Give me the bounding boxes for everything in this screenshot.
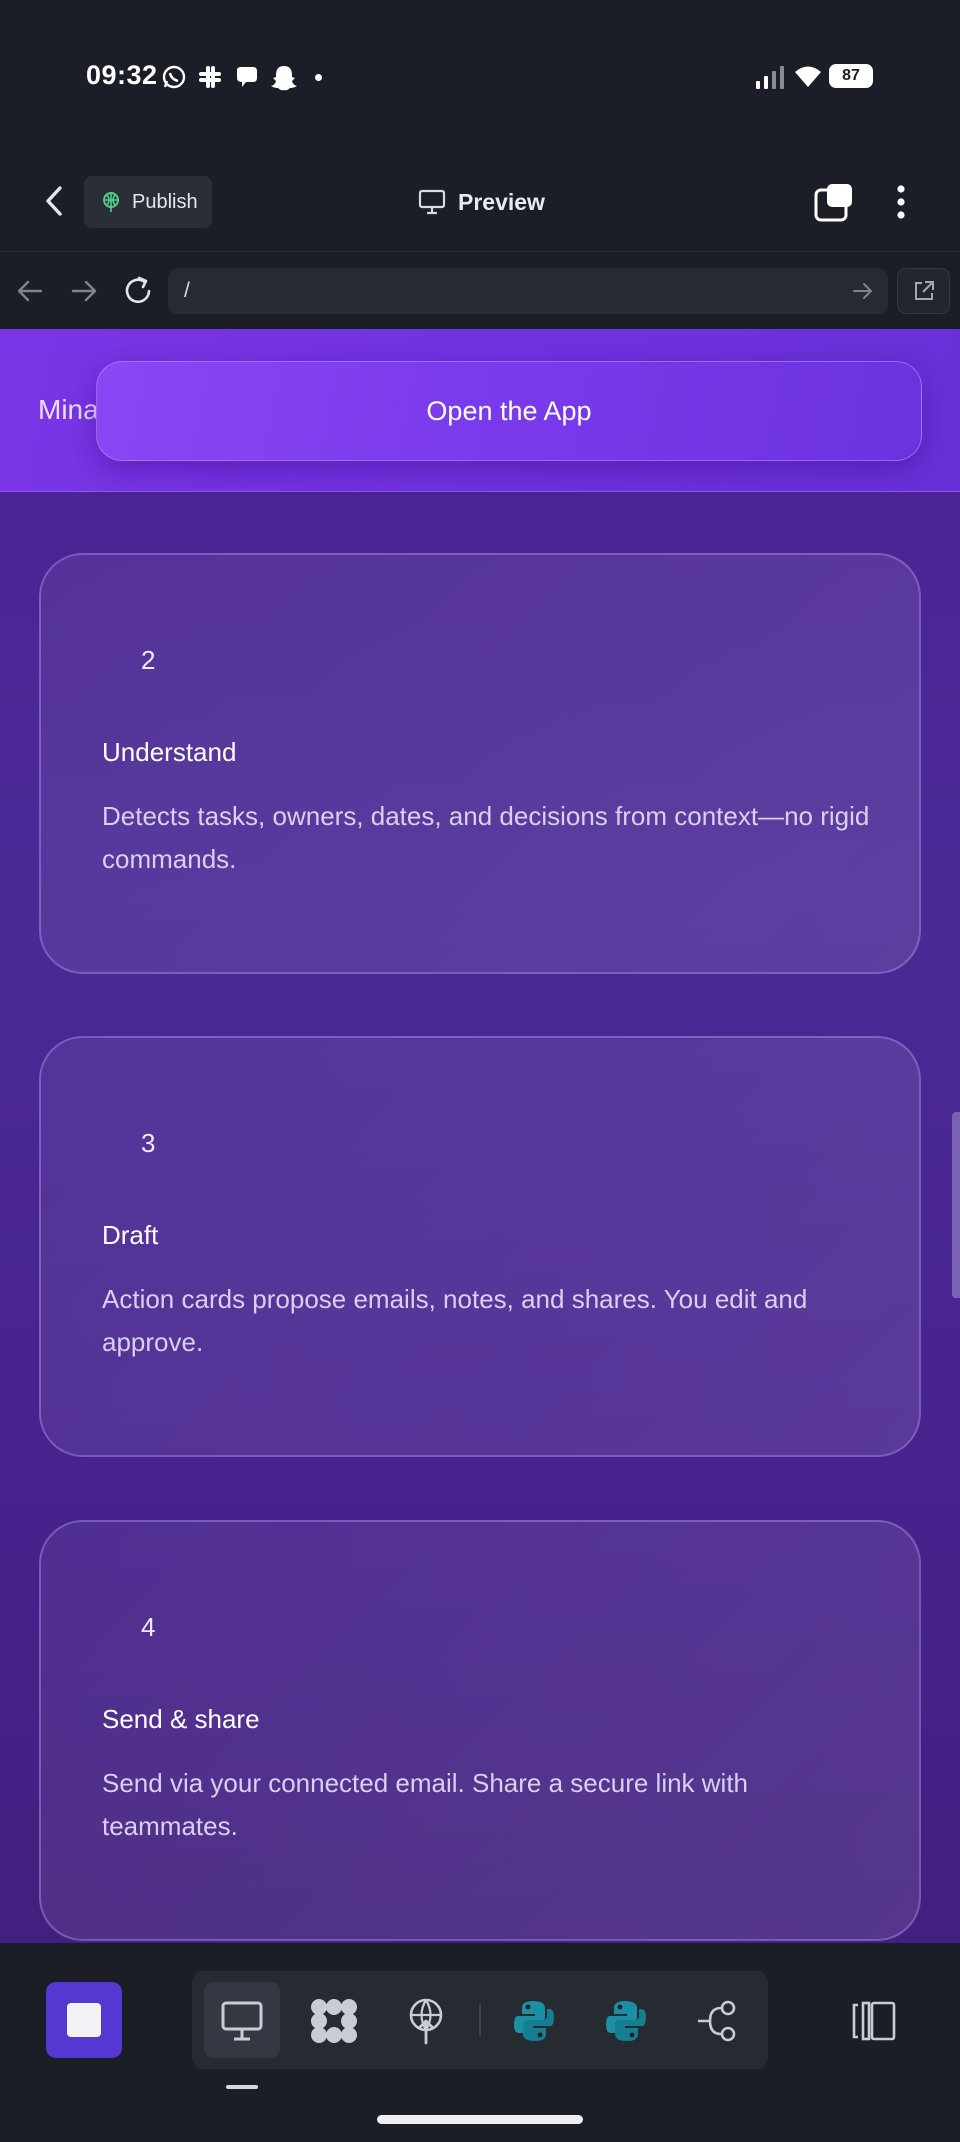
site-header: Mina Open the App [0, 329, 960, 492]
monitor-icon [418, 189, 446, 215]
external-link-icon [912, 279, 936, 303]
publish-button[interactable]: Publish [84, 176, 212, 228]
toolbar-divider [479, 2004, 481, 2036]
back-arrow-icon[interactable] [16, 278, 44, 304]
tabs-icon[interactable] [814, 182, 854, 222]
active-tab-indicator [226, 2085, 258, 2089]
step-card: 2 Understand Detects tasks, owners, date… [39, 553, 921, 974]
workflow-icon[interactable] [692, 1995, 744, 2047]
python-icon[interactable] [600, 1995, 652, 2047]
step-card: 3 Draft Action cards propose emails, not… [39, 1036, 921, 1457]
home-indicator[interactable] [377, 2115, 583, 2124]
slack-icon [197, 64, 223, 90]
snapchat-icon [270, 64, 298, 92]
more-vertical-icon[interactable] [894, 184, 908, 220]
open-app-button[interactable]: Open the App [96, 361, 922, 461]
status-time: 09:32 [86, 60, 158, 90]
preview-toggle[interactable]: Preview [418, 186, 545, 218]
open-external-button[interactable] [897, 268, 950, 314]
signal-icon [755, 64, 785, 90]
publish-label: Publish [132, 190, 198, 213]
desktop-preview-icon[interactable] [216, 1995, 268, 2047]
step-title: Understand [102, 737, 237, 767]
step-number: 2 [141, 645, 156, 675]
reload-icon[interactable] [122, 275, 154, 307]
panel-toggle-icon[interactable] [848, 1995, 900, 2047]
whatsapp-icon [161, 64, 187, 90]
stop-button[interactable] [46, 1982, 122, 2058]
deploy-icon[interactable] [400, 1995, 452, 2047]
step-title: Send & share [102, 1704, 260, 1734]
step-title: Draft [102, 1220, 159, 1250]
chat-bubble-icon [234, 64, 260, 90]
battery-icon: 87 [829, 64, 873, 88]
stop-icon [67, 2003, 101, 2037]
preview-label: Preview [458, 188, 545, 215]
url-input[interactable]: / [168, 268, 888, 314]
wifi-icon [793, 63, 823, 89]
apps-grid-icon[interactable] [308, 1995, 360, 2047]
dot-icon [315, 74, 322, 81]
go-arrow-icon[interactable] [852, 281, 874, 301]
step-card: 4 Send & share Send via your connected e… [39, 1520, 921, 1941]
step-description: Detects tasks, owners, dates, and decisi… [102, 801, 870, 874]
web-preview: 2 Understand Detects tasks, owners, date… [0, 329, 960, 1943]
step-number: 4 [141, 1612, 156, 1642]
step-description: Action cards propose emails, notes, and … [102, 1284, 808, 1357]
back-chevron-icon[interactable] [40, 184, 70, 218]
brand-name[interactable]: Mina [38, 394, 99, 426]
battery-level: 87 [842, 67, 860, 84]
scrollbar-thumb[interactable] [952, 1112, 960, 1298]
step-number: 3 [141, 1128, 156, 1158]
forward-arrow-icon[interactable] [70, 278, 98, 304]
publish-icon [100, 191, 122, 213]
step-description: Send via your connected email. Share a s… [102, 1768, 749, 1841]
python-icon[interactable] [508, 1995, 560, 2047]
